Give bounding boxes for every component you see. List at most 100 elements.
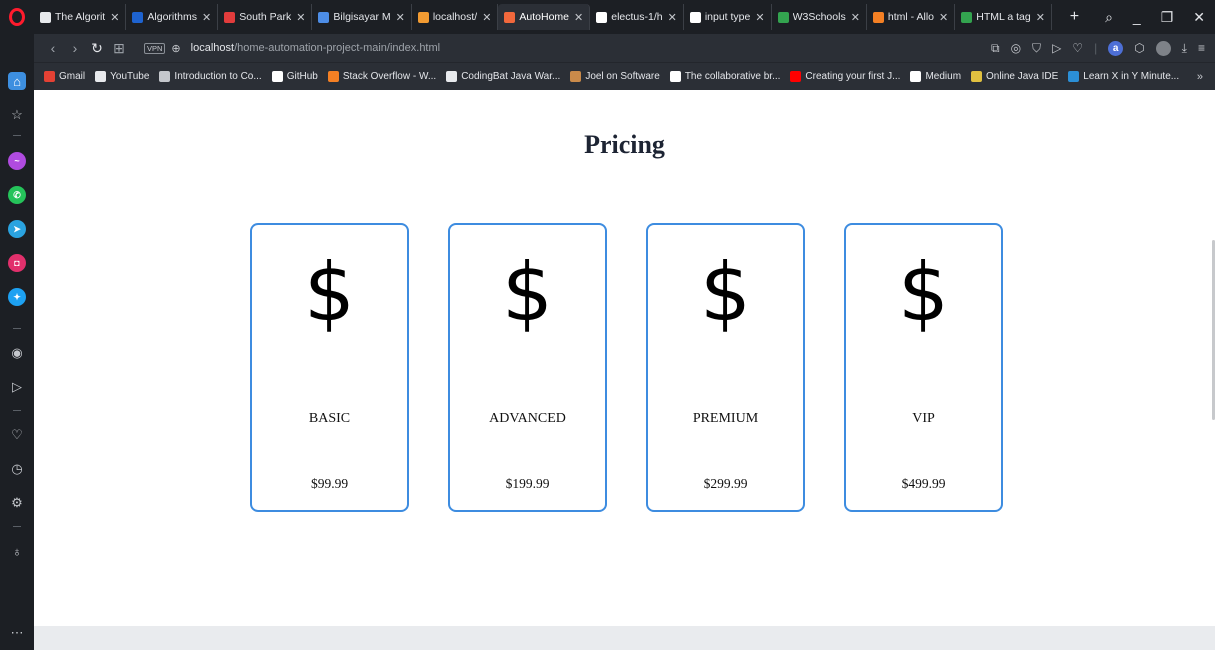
close-tab-icon[interactable]: ✕ <box>1036 11 1045 24</box>
browser-tab[interactable]: South Park ✕ <box>218 4 313 30</box>
google-icon <box>689 11 701 23</box>
gmail-icon <box>44 71 55 82</box>
pinboard-heart-icon[interactable]: ♡ <box>8 426 26 444</box>
autohome-icon <box>504 11 516 23</box>
close-tab-icon[interactable]: ✕ <box>574 11 583 24</box>
close-tab-icon[interactable]: ✕ <box>396 11 405 24</box>
pricing-card-advanced[interactable]: $ ADVANCED $199.99 <box>448 223 607 512</box>
page-title: Pricing <box>584 130 665 159</box>
bookmark-item[interactable]: GitHub <box>271 71 318 82</box>
bookmarks-overflow-icon[interactable]: » <box>1197 71 1215 83</box>
reload-icon[interactable]: ↻ <box>86 40 108 57</box>
download-icon[interactable]: ⤓ <box>1182 41 1187 56</box>
speed-dial-icon[interactable]: ⊞ <box>108 40 130 57</box>
close-tab-icon[interactable]: ✕ <box>755 11 764 24</box>
address-bar-row: ‹ › ↻ ⊞ VPN ⊕ localhost/home-automation-… <box>34 34 1215 62</box>
browser-tab[interactable]: Bilgisayar M ✕ <box>312 4 412 30</box>
extension-a-icon[interactable]: a <box>1108 40 1124 56</box>
bookmark-label: Medium <box>925 71 962 82</box>
browser-tab[interactable]: html - Allo ✕ <box>867 4 956 30</box>
browser-tab[interactable]: Algorithms ✕ <box>126 4 219 30</box>
twitter-icon[interactable]: ✦ <box>8 288 26 306</box>
extensions-icon[interactable]: ⬡ <box>1134 41 1144 55</box>
tab-title: localhost/ <box>432 11 478 23</box>
footer-section <box>34 626 1215 650</box>
bookmark-label: YouTube <box>110 71 150 82</box>
back-icon[interactable]: ‹ <box>42 40 64 56</box>
bookmarks-star-icon[interactable]: ☆ <box>8 106 26 124</box>
bookmark-item[interactable]: Medium <box>910 71 961 82</box>
snapshot-icon[interactable]: ⧉ <box>991 41 1000 56</box>
bookmark-item[interactable]: Introduction to Co... <box>159 71 262 82</box>
url-field[interactable]: localhost/home-automation-project-main/i… <box>191 42 440 54</box>
sidebar-divider <box>13 135 21 136</box>
minimize-icon[interactable]: _ <box>1133 9 1141 25</box>
bookmark-item[interactable]: Learn X in Y Minute... <box>1068 71 1179 82</box>
browser-tab[interactable]: W3Schools ✕ <box>772 4 867 30</box>
site-icon <box>318 11 330 23</box>
browser-tab[interactable]: electus-1/h ✕ <box>590 4 684 30</box>
heart-icon[interactable]: ♡ <box>1072 41 1083 55</box>
close-window-icon[interactable]: ✕ <box>1193 9 1205 26</box>
restore-icon[interactable]: ❐ <box>1161 9 1174 26</box>
plan-price: $299.99 <box>703 476 748 491</box>
profile-avatar-icon[interactable] <box>1155 40 1171 56</box>
close-tab-icon[interactable]: ✕ <box>296 11 305 24</box>
close-tab-icon[interactable]: ✕ <box>668 11 677 24</box>
bookmark-label: Creating your first J... <box>805 71 901 82</box>
bookmark-item[interactable]: CodingBat Java War... <box>446 71 560 82</box>
tab-title: HTML a tag <box>976 11 1031 23</box>
flow-sidebar-icon[interactable]: ▷ <box>8 378 26 396</box>
bookmark-item[interactable]: YouTube <box>95 71 149 82</box>
w3schools-icon <box>777 11 789 23</box>
camera-icon[interactable]: ◎ <box>1011 41 1021 55</box>
close-tab-icon[interactable]: ✕ <box>482 11 491 24</box>
pricing-card-premium[interactable]: $ PREMIUM $299.99 <box>646 223 805 512</box>
close-tab-icon[interactable]: ✕ <box>851 11 860 24</box>
toolbar-actions: ⧉ ◎ ⛉ ▷ ♡ | a ⬡ ⤓ ≡ <box>991 40 1215 56</box>
browser-tab[interactable]: AutoHome ✕ <box>498 4 591 30</box>
plan-name: PREMIUM <box>692 411 759 426</box>
bookmark-item[interactable]: Creating your first J... <box>790 71 900 82</box>
whatsapp-icon[interactable]: ✆ <box>8 186 26 204</box>
bookmark-item[interactable]: The collaborative br... <box>669 71 780 82</box>
history-clock-icon[interactable]: ◷ <box>8 460 26 478</box>
forward-icon[interactable]: › <box>64 40 86 56</box>
player-icon[interactable]: ◉ <box>8 344 26 362</box>
tips-bulb-icon[interactable]: ♁ <box>8 542 26 560</box>
home-icon[interactable]: ⌂ <box>8 72 26 90</box>
dollar-icon: $ <box>502 246 553 339</box>
opera-menu-icon[interactable] <box>0 0 34 34</box>
sidebar-divider <box>13 410 21 411</box>
pricing-card-vip[interactable]: $ VIP $499.99 <box>844 223 1003 512</box>
vpn-badge[interactable]: VPN <box>144 42 166 54</box>
close-tab-icon[interactable]: ✕ <box>110 11 119 24</box>
more-options-icon[interactable]: ⋯ <box>8 624 26 642</box>
close-tab-icon[interactable]: ✕ <box>939 11 948 24</box>
southpark-icon <box>224 11 236 23</box>
github-icon <box>271 71 283 82</box>
search-tabs-icon[interactable]: ⌕ <box>1105 9 1113 26</box>
browser-tab[interactable]: The Algorit ✕ <box>34 4 127 30</box>
instagram-icon[interactable]: ◘ <box>8 254 26 272</box>
browser-tab[interactable]: input type ✕ <box>684 4 772 30</box>
browser-tab[interactable]: HTML a tag ✕ <box>955 4 1052 30</box>
bookmark-item[interactable]: Gmail <box>44 71 85 82</box>
flow-icon[interactable]: ▷ <box>1052 41 1061 55</box>
easy-setup-icon[interactable]: ≡ <box>1198 41 1205 55</box>
shield-icon[interactable]: ⛉ <box>1032 41 1041 56</box>
pricing-card-basic[interactable]: $ BASIC $99.99 <box>250 223 409 512</box>
close-tab-icon[interactable]: ✕ <box>202 11 211 24</box>
bookmark-label: Introduction to Co... <box>174 71 262 82</box>
bookmark-item[interactable]: Stack Overflow - W... <box>327 71 436 82</box>
tab-title: W3Schools <box>792 11 846 23</box>
bookmark-item[interactable]: Online Java IDE <box>971 71 1058 82</box>
settings-gear-icon[interactable]: ⚙ <box>8 494 26 512</box>
new-tab-button[interactable]: + <box>1062 8 1087 26</box>
telegram-icon[interactable]: ➤ <box>8 220 26 238</box>
messenger-icon[interactable]: ~ <box>8 152 26 170</box>
site-info-icon[interactable]: ⊕ <box>171 42 180 55</box>
bookmark-item[interactable]: Joel on Software <box>570 71 660 82</box>
browser-tab[interactable]: localhost/ ✕ <box>412 4 499 30</box>
w3schools-icon <box>961 11 973 23</box>
